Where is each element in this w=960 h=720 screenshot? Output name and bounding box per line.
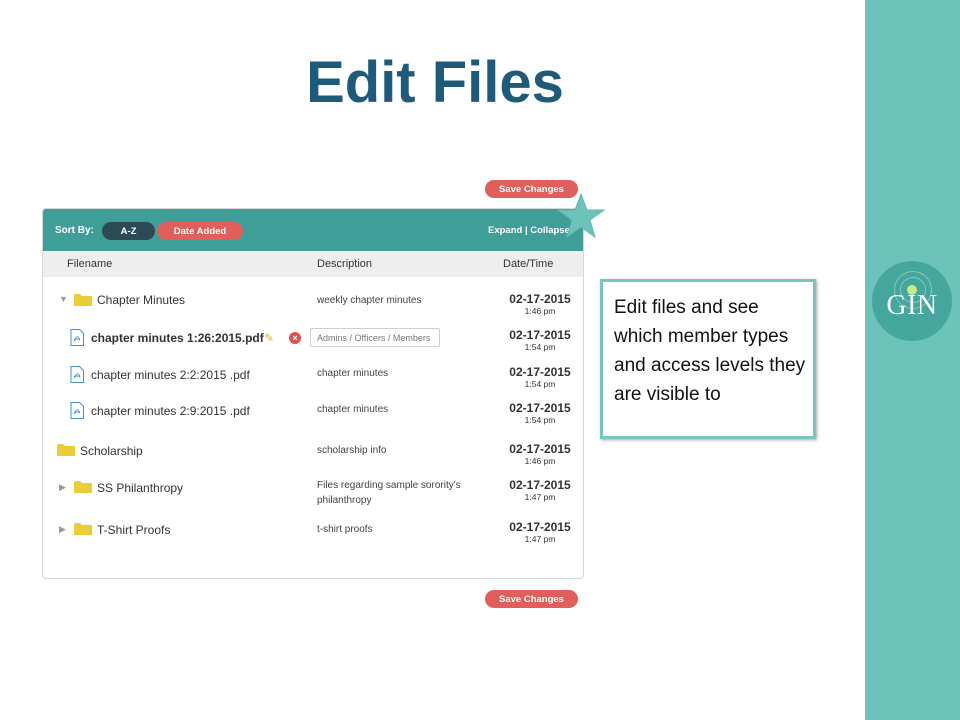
- file-name[interactable]: chapter minutes 1:26:2015.pdf: [91, 331, 264, 345]
- caret-right-icon[interactable]: ▶: [59, 482, 66, 493]
- callout-box: Edit files and see which member types an…: [600, 279, 816, 439]
- pencil-icon[interactable]: ✎: [264, 331, 274, 345]
- description-column-header: Description: [317, 258, 373, 270]
- pdf-file-icon: [70, 329, 84, 346]
- file-name[interactable]: SS Philanthropy: [97, 481, 183, 495]
- file-time: 1:46 pm: [524, 456, 556, 466]
- sort-date-added-button[interactable]: Date Added: [157, 222, 243, 240]
- file-description: Files regarding sample sorority's philan…: [317, 480, 461, 506]
- star-icon: [557, 193, 605, 239]
- file-name[interactable]: Chapter Minutes: [97, 293, 185, 307]
- files-panel: Sort By: A-Z Date Added Expand | Collaps…: [42, 208, 584, 579]
- file-name[interactable]: Scholarship: [80, 444, 143, 458]
- file-date: 02-17-2015: [509, 442, 571, 456]
- file-time: 1:47 pm: [524, 492, 556, 502]
- table-row[interactable]: ▶ SS Philanthropy Files regarding sample…: [43, 478, 583, 510]
- table-row[interactable]: ▶ T-Shirt Proofs t-shirt proofs 02-17-20…: [43, 520, 583, 550]
- folder-icon: [74, 481, 92, 493]
- caret-right-icon[interactable]: ▶: [59, 524, 66, 535]
- file-date: 02-17-2015: [509, 365, 571, 379]
- right-accent-band: [865, 0, 960, 720]
- file-name[interactable]: chapter minutes 2:9:2015 .pdf: [91, 404, 250, 418]
- file-name[interactable]: T-Shirt Proofs: [97, 523, 170, 537]
- access-levels-field[interactable]: Admins / Officers / Members: [310, 328, 440, 347]
- pdf-file-icon: [70, 402, 84, 419]
- file-description: chapter minutes: [317, 404, 389, 415]
- file-time: 1:54 pm: [524, 342, 556, 352]
- gin-logo: GIN: [872, 261, 952, 341]
- file-date: 02-17-2015: [509, 478, 571, 492]
- table-row[interactable]: chapter minutes 2:9:2015 .pdf chapter mi…: [43, 401, 583, 431]
- files-toolbar: Sort By: A-Z Date Added Expand | Collaps…: [43, 209, 583, 251]
- callout-text: Edit files and see which member types an…: [614, 297, 806, 405]
- folder-icon: [57, 444, 75, 456]
- file-time: 1:46 pm: [524, 306, 556, 316]
- table-header: Filename Description Date/Time: [43, 251, 583, 277]
- caret-down-icon[interactable]: ▼: [59, 294, 68, 304]
- file-description: chapter minutes: [317, 368, 389, 379]
- file-time: 1:47 pm: [524, 534, 556, 544]
- table-row[interactable]: Scholarship scholarship info 02-17-2015 …: [43, 441, 583, 471]
- file-time: 1:54 pm: [524, 415, 556, 425]
- file-date: 02-17-2015: [509, 328, 571, 342]
- datetime-column-header: Date/Time: [503, 258, 554, 270]
- table-row[interactable]: chapter minutes 2:2:2015 .pdf chapter mi…: [43, 365, 583, 395]
- file-date: 02-17-2015: [509, 292, 571, 306]
- file-description: weekly chapter minutes: [317, 295, 422, 306]
- slide-title: Edit Files: [306, 50, 564, 115]
- folder-icon: [74, 523, 92, 535]
- delete-icon[interactable]: ×: [289, 332, 301, 344]
- file-date: 02-17-2015: [509, 520, 571, 534]
- file-name[interactable]: chapter minutes 2:2:2015 .pdf: [91, 368, 250, 382]
- file-description: t-shirt proofs: [317, 524, 373, 535]
- folder-icon: [74, 294, 92, 306]
- sort-by-label: Sort By:: [55, 225, 94, 236]
- file-date: 02-17-2015: [509, 401, 571, 415]
- save-changes-button-bottom[interactable]: Save Changes: [485, 590, 578, 608]
- expand-link[interactable]: Expand: [488, 225, 522, 236]
- file-time: 1:54 pm: [524, 379, 556, 389]
- file-description: scholarship info: [317, 445, 387, 456]
- filename-column-header: Filename: [67, 258, 113, 270]
- sort-az-button[interactable]: A-Z: [102, 222, 155, 240]
- pdf-file-icon: [70, 366, 84, 383]
- table-row[interactable]: ▼ Chapter Minutes weekly chapter minutes…: [43, 291, 583, 321]
- logo-text: GIN: [886, 290, 938, 321]
